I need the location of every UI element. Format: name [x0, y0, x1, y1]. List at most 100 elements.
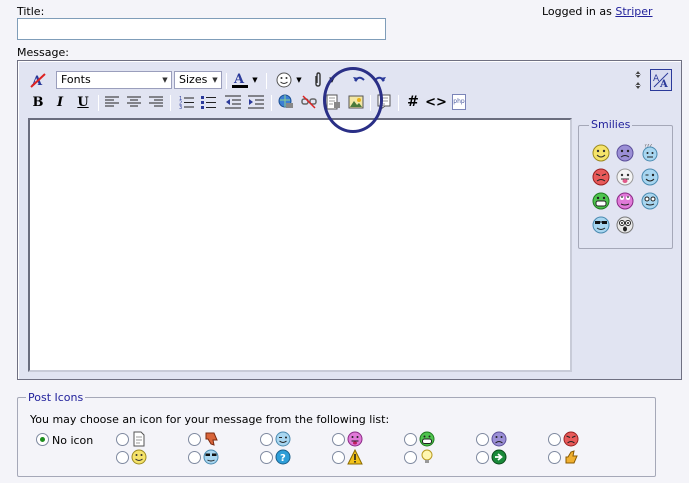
lightbulb-icon: [419, 449, 435, 465]
resize-button[interactable]: [628, 70, 648, 90]
italic-button[interactable]: I: [50, 92, 70, 112]
wrap-html-button[interactable]: <>: [425, 92, 447, 112]
quote-icon: [377, 94, 391, 110]
font-color-button[interactable]: A: [230, 70, 250, 90]
align-left-icon: [105, 96, 119, 107]
logged-in-text: Logged in as Striper: [542, 5, 653, 18]
post-icon-radio-thumbs-up[interactable]: [548, 451, 561, 464]
font-select-value: Fonts: [61, 73, 91, 86]
post-icon-radio-biggrin[interactable]: [404, 433, 417, 446]
insert-link-button[interactable]: [276, 92, 296, 112]
resize-arrows-icon: [635, 71, 641, 89]
align-right-icon: [149, 96, 163, 107]
message-textarea[interactable]: [28, 118, 572, 372]
size-select[interactable]: Sizes ▼: [174, 71, 222, 89]
smilie-frown[interactable]: [616, 144, 634, 162]
bold-button[interactable]: B: [28, 92, 48, 112]
chevron-down-icon: ▼: [296, 76, 302, 84]
align-right-button[interactable]: [146, 92, 166, 112]
redo-icon: [374, 76, 386, 82]
tongue-icon: [616, 168, 634, 186]
smilie-confused[interactable]: ???: [641, 144, 659, 162]
biggrin-icon: [592, 192, 610, 210]
ordered-list-button[interactable]: 123: [177, 92, 197, 112]
font-color-icon: A: [232, 72, 248, 88]
thumbs-up-icon: [563, 449, 579, 465]
outdent-button[interactable]: [223, 92, 243, 112]
email-link-icon: [326, 94, 340, 110]
svg-text:3: 3: [179, 105, 182, 109]
post-icon-radio-document[interactable]: [116, 433, 129, 446]
rolleyes-icon: [616, 192, 634, 210]
smilie-eek[interactable]: [616, 216, 634, 234]
post-icons-instruction: You may choose an icon for your message …: [30, 413, 390, 426]
smilie-biggrin[interactable]: [592, 192, 610, 210]
unordered-list-button[interactable]: [199, 92, 219, 112]
username-link[interactable]: Striper: [615, 5, 652, 18]
font-select[interactable]: Fonts ▼: [56, 71, 172, 89]
underline-button[interactable]: U: [73, 92, 93, 112]
mad-icon: [592, 168, 610, 186]
smilie-dropdown[interactable]: ▼: [294, 70, 304, 90]
align-left-button[interactable]: [102, 92, 122, 112]
frown-icon: [616, 144, 634, 162]
post-icon-radio-tongue[interactable]: [332, 433, 345, 446]
post-icon-radio-frown[interactable]: [476, 433, 489, 446]
smilie-tongue[interactable]: [616, 168, 634, 186]
undo-button[interactable]: [349, 70, 369, 90]
biggrin-icon: [419, 431, 435, 447]
remove-link-button[interactable]: [299, 92, 319, 112]
smile-icon: [131, 449, 147, 465]
insert-image-button[interactable]: [346, 92, 366, 112]
chevron-down-icon: ▼: [212, 76, 218, 84]
toolbar-separator: [266, 73, 267, 89]
thumbs-down-icon: [203, 431, 219, 447]
indent-button[interactable]: [246, 92, 266, 112]
font-color-dropdown[interactable]: ▼: [250, 70, 260, 90]
chevron-down-icon: ▼: [252, 76, 258, 84]
switch-mode-button[interactable]: AA: [650, 69, 672, 91]
smilies-legend: Smilies: [589, 118, 633, 131]
smilie-wink[interactable]: [641, 168, 659, 186]
smilie-mad[interactable]: [592, 168, 610, 186]
toolbar-separator: [398, 95, 399, 111]
sunglasses-icon: [592, 216, 610, 234]
smilie-cool[interactable]: [592, 216, 610, 234]
post-icon-radio-smile[interactable]: [116, 451, 129, 464]
warning-icon: [347, 448, 363, 465]
chevron-down-icon: ▼: [329, 76, 335, 84]
attachment-button[interactable]: [308, 70, 328, 90]
insert-email-button[interactable]: [323, 92, 343, 112]
align-center-button[interactable]: [124, 92, 144, 112]
wrap-code-button[interactable]: #: [403, 92, 423, 112]
smilies-box: Smilies ???: [578, 118, 673, 249]
remove-format-button[interactable]: A: [28, 70, 48, 90]
post-icon-radio-thumbs-down[interactable]: [188, 433, 201, 446]
title-input[interactable]: [17, 18, 386, 40]
sunglasses-icon: [203, 449, 219, 465]
post-icon-radio-mad[interactable]: [548, 433, 561, 446]
globe-link-icon: [278, 94, 293, 108]
arrow-right-icon: [491, 449, 507, 465]
undo-icon: [353, 76, 365, 82]
wink-icon: [275, 431, 291, 447]
smilie-button[interactable]: [274, 70, 294, 90]
switch-mode-icon: AA: [653, 72, 669, 89]
post-icon-radio-question[interactable]: [260, 451, 273, 464]
image-icon: [348, 95, 364, 109]
smilie-smile[interactable]: [592, 144, 610, 162]
remove-format-icon: A: [30, 73, 46, 88]
post-icon-radio-arrow[interactable]: [476, 451, 489, 464]
attachment-dropdown[interactable]: ▼: [327, 70, 337, 90]
insert-quote-button[interactable]: [374, 92, 394, 112]
post-icon-radio-cool[interactable]: [188, 451, 201, 464]
mad-icon: [563, 431, 579, 447]
post-icon-radio-wink[interactable]: [260, 433, 273, 446]
post-icon-radio-warning[interactable]: [332, 451, 345, 464]
post-icon-radio-lightbulb[interactable]: [404, 451, 417, 464]
post-icon-radio-none[interactable]: [36, 433, 49, 446]
wrap-php-button[interactable]: php: [449, 92, 469, 112]
smilie-rolleyes[interactable]: [616, 192, 634, 210]
redo-button[interactable]: [370, 70, 390, 90]
smilie-cool-blue[interactable]: [641, 192, 659, 210]
